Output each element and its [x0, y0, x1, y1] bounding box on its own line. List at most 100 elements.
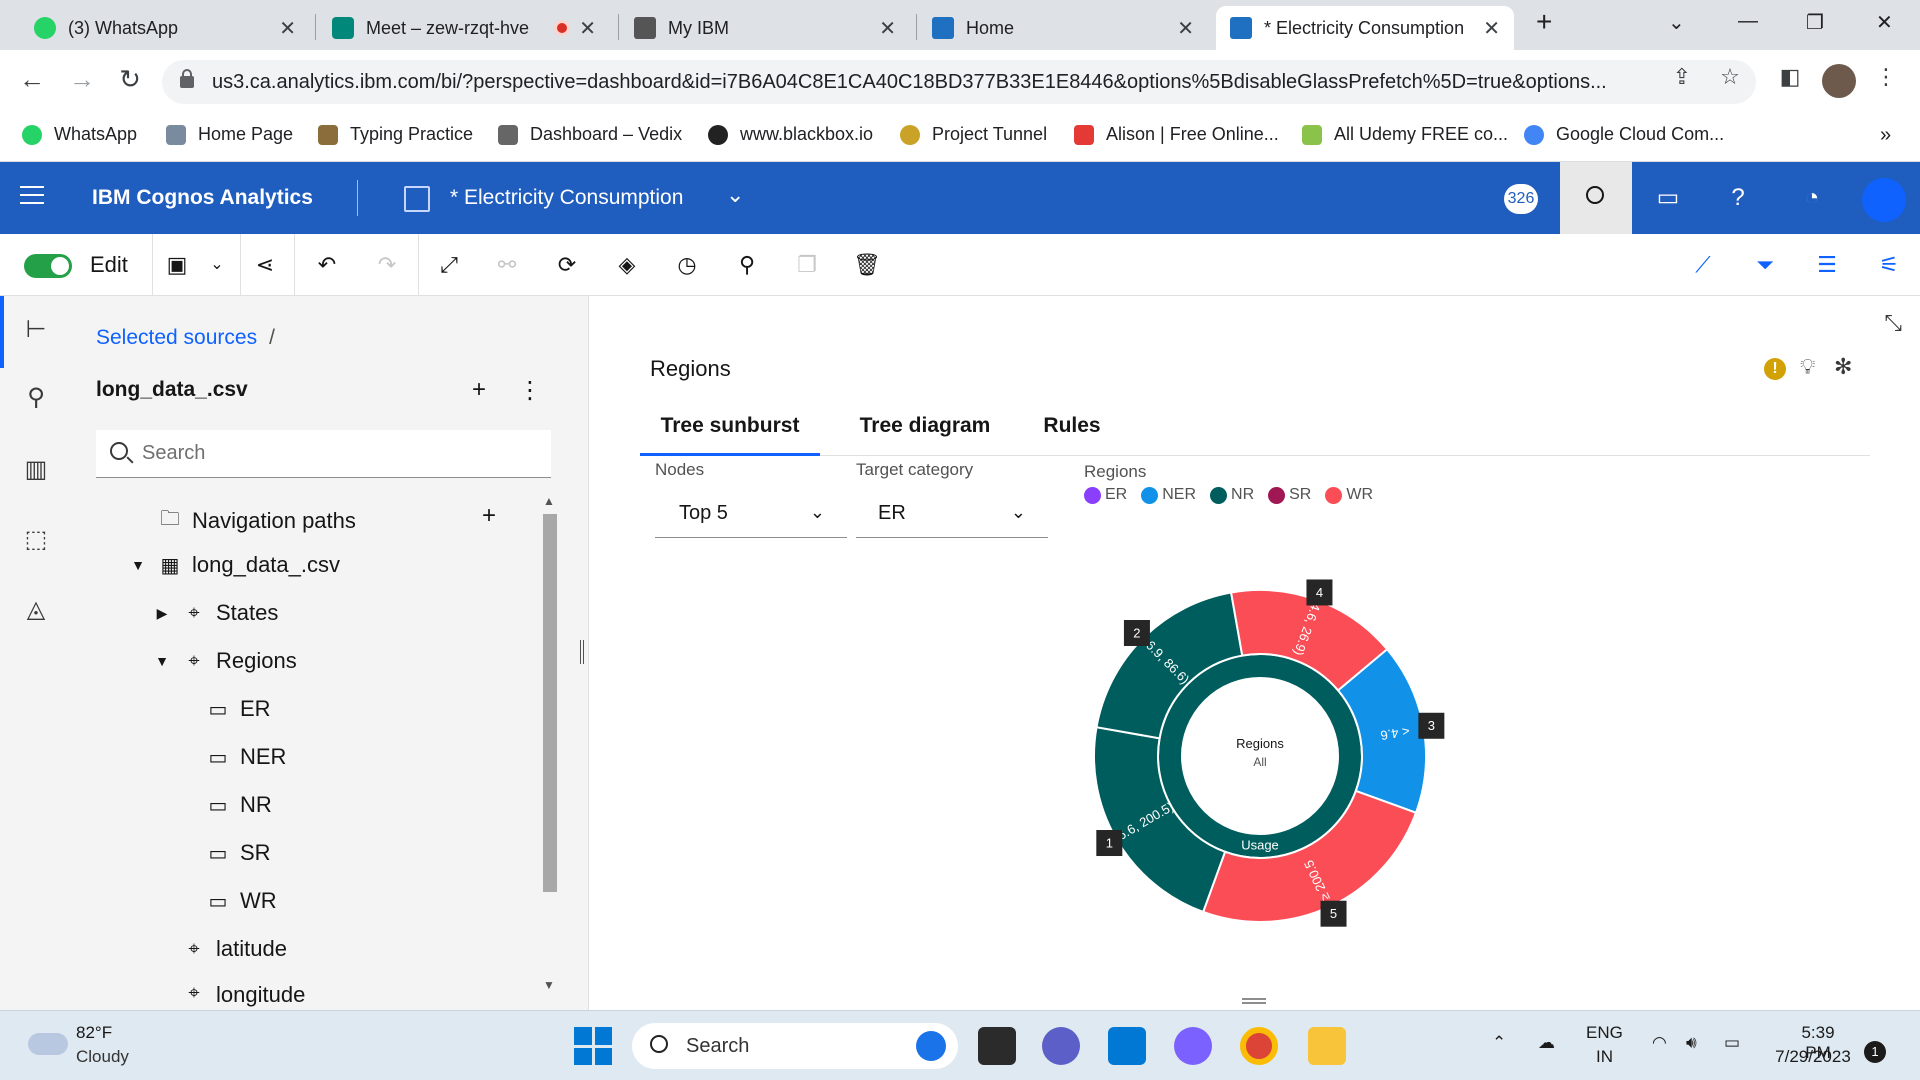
target-category-dropdown[interactable]: ER ⌄: [856, 490, 1048, 538]
tree-item-states[interactable]: ▶ ⌖ States: [152, 600, 279, 626]
restore-icon[interactable]: ❐: [1806, 10, 1824, 35]
browser-tab-whatsapp[interactable]: (3) WhatsApp ✕: [20, 6, 310, 50]
sunburst-node-badge[interactable]: 5: [1320, 900, 1347, 927]
filter-target-icon[interactable]: ◈: [612, 250, 642, 280]
legend-item-er[interactable]: ER: [1084, 486, 1127, 504]
show-hidden-icons[interactable]: ⌃: [1492, 1033, 1506, 1053]
tree-item-regions[interactable]: ▼ ⌖ Regions: [152, 648, 297, 674]
wifi-icon[interactable]: ◠: [1652, 1033, 1667, 1053]
widgets-icon[interactable]: ⬚: [20, 524, 52, 556]
copy-icon[interactable]: ❐: [792, 250, 822, 280]
tree-item-navigation-paths[interactable]: 🗀 Navigation paths: [158, 504, 356, 538]
chevron-down-icon[interactable]: ⌄: [726, 182, 744, 208]
legend-item-wr[interactable]: WR: [1325, 486, 1373, 504]
bookmark-google-cloud[interactable]: Google Cloud Com...: [1524, 124, 1724, 145]
chat-icon[interactable]: ▭: [1652, 182, 1684, 214]
pin-icon[interactable]: ⚲: [20, 382, 52, 414]
data-sources-icon[interactable]: ⊢: [20, 314, 52, 346]
add-navigation-path-button[interactable]: +: [482, 502, 496, 530]
sunburst-node-badge[interactable]: 4: [1306, 579, 1333, 606]
weather-temperature[interactable]: 82°F: [76, 1023, 112, 1043]
notification-count-badge[interactable]: 326: [1504, 184, 1538, 214]
tree-item-er[interactable]: ▭ ER: [206, 696, 271, 722]
bookmark-alison[interactable]: Alison | Free Online...: [1074, 124, 1279, 145]
bookmark-typing-practice[interactable]: Typing Practice: [318, 124, 473, 145]
insights-bulb-icon[interactable]: 💡︎: [1800, 354, 1815, 380]
bookmark-home-page[interactable]: Home Page: [166, 124, 293, 145]
sunburst-node-badge[interactable]: 3: [1418, 712, 1445, 739]
caret-down-icon[interactable]: ▼: [128, 557, 148, 573]
visualizations-icon[interactable]: ▥: [20, 454, 52, 486]
tab-search-chevron-icon[interactable]: ⌄: [1668, 10, 1685, 35]
settings-icon[interactable]: ✻: [1834, 354, 1852, 380]
close-icon[interactable]: ✕: [1483, 16, 1500, 41]
url-bar[interactable]: us3.ca.analytics.ibm.com/bi/?perspective…: [162, 60, 1756, 104]
tree-item-wr[interactable]: ▭ WR: [206, 888, 277, 914]
taskbar-search[interactable]: Search: [632, 1023, 958, 1069]
add-source-button[interactable]: +: [472, 376, 486, 404]
collapse-icon[interactable]: ⤡: [1884, 310, 1902, 336]
refresh-data-icon[interactable]: ⟳: [552, 250, 582, 280]
properties-icon[interactable]: ⚟: [1874, 250, 1904, 280]
battery-icon[interactable]: ▭: [1724, 1033, 1740, 1053]
browser-tab-meet[interactable]: Meet – zew-rzqt-hve ✕: [318, 6, 610, 50]
bell-icon[interactable]: ◔: [1796, 182, 1828, 214]
legend-item-sr[interactable]: SR: [1268, 486, 1311, 504]
tree-scrollbar[interactable]: ▲ ▼: [539, 492, 561, 992]
caret-right-icon[interactable]: ▶: [152, 605, 172, 622]
warning-icon[interactable]: !: [1764, 358, 1786, 380]
search-button[interactable]: [1560, 162, 1632, 234]
file-explorer-icon[interactable]: [1308, 1027, 1346, 1065]
timer-icon[interactable]: ◷: [672, 250, 702, 280]
delete-icon[interactable]: 🗑: [852, 250, 882, 280]
expand-icon[interactable]: ⤢: [434, 250, 464, 280]
onedrive-icon[interactable]: ☁: [1538, 1033, 1555, 1053]
sunburst-node-badge[interactable]: 2: [1123, 619, 1150, 646]
windows-start-icon[interactable]: [574, 1027, 612, 1065]
share-icon[interactable]: ⇪: [1664, 64, 1700, 90]
tree-item-latitude[interactable]: ⌖ latitude: [182, 936, 287, 962]
scrollbar-thumb[interactable]: [543, 514, 557, 892]
tree-item-sr[interactable]: ▭ SR: [206, 840, 271, 866]
assistant-icon[interactable]: ◬: [20, 594, 52, 626]
resize-grip-icon[interactable]: [1242, 998, 1266, 1004]
bookmark-star-icon[interactable]: ☆: [1712, 64, 1748, 90]
tree-item-nr[interactable]: ▭ NR: [206, 792, 272, 818]
edit-toggle[interactable]: [24, 254, 72, 278]
back-icon[interactable]: ←: [14, 64, 50, 95]
breadcrumb-selected-sources[interactable]: Selected sources: [96, 326, 257, 349]
store-icon[interactable]: [1108, 1027, 1146, 1065]
save-icon[interactable]: ▣: [162, 250, 192, 280]
chrome-icon[interactable]: [1240, 1027, 1278, 1065]
more-options-icon[interactable]: ⋮: [518, 376, 542, 405]
forward-icon[interactable]: →: [64, 64, 100, 95]
bookmark-dashboard-vedix[interactable]: Dashboard – Vedix: [498, 124, 682, 145]
close-icon[interactable]: ✕: [879, 16, 896, 41]
legend-item-nr[interactable]: NR: [1210, 486, 1254, 504]
volume-icon[interactable]: 🔊︎: [1686, 1033, 1697, 1053]
bookmark-udemy[interactable]: All Udemy FREE co...: [1302, 124, 1508, 145]
pin-icon[interactable]: ⚲: [732, 250, 762, 280]
redo-icon[interactable]: ↷: [372, 250, 402, 280]
chart-line-icon[interactable]: ⟋: [1688, 250, 1718, 280]
bookmark-project-tunnel[interactable]: Project Tunnel: [900, 124, 1047, 145]
reload-icon[interactable]: ↻: [112, 64, 148, 95]
cloud-icon[interactable]: [28, 1033, 68, 1055]
notification-badge[interactable]: 1: [1864, 1041, 1886, 1063]
close-icon[interactable]: ✕: [579, 16, 596, 41]
teams-chat-icon[interactable]: [1042, 1027, 1080, 1065]
profile-avatar[interactable]: [1822, 64, 1856, 98]
browser-tab-myibm[interactable]: My IBM ✕: [620, 6, 910, 50]
bookmark-whatsapp[interactable]: WhatsApp: [22, 124, 137, 145]
close-window-icon[interactable]: ✕: [1876, 10, 1893, 35]
filter-icon[interactable]: ⏷: [1750, 250, 1780, 280]
connect-icon[interactable]: ⚯: [492, 250, 522, 280]
copilot-icon[interactable]: [1174, 1027, 1212, 1065]
hamburger-menu-icon[interactable]: [20, 186, 44, 210]
fields-icon[interactable]: ☰: [1812, 250, 1842, 280]
share-icon[interactable]: ⋖: [250, 250, 280, 280]
language-in[interactable]: IN: [1596, 1047, 1613, 1067]
caret-down-icon[interactable]: ▼: [152, 653, 172, 669]
browser-tab-home[interactable]: Home ✕: [918, 6, 1208, 50]
tab-tree-sunburst[interactable]: Tree sunburst: [640, 414, 820, 456]
